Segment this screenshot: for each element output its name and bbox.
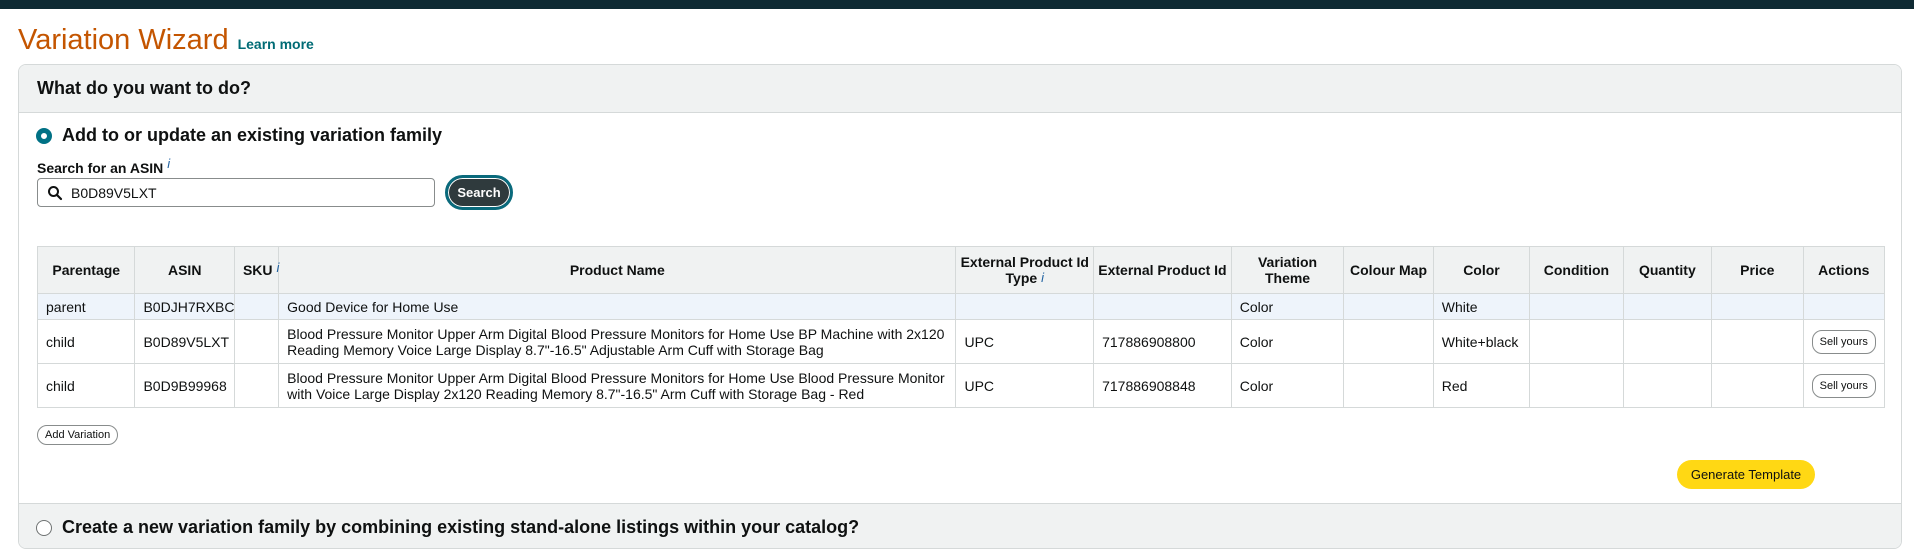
col-header-sku-text: SKU xyxy=(242,262,273,278)
cell-quantity xyxy=(1622,319,1713,364)
cell-price xyxy=(1711,319,1804,364)
cell-condition xyxy=(1529,363,1624,408)
cell-color: Red xyxy=(1432,363,1531,408)
cell-ext-id xyxy=(1093,293,1232,320)
search-asin-label-text: Search for an ASIN xyxy=(37,160,164,176)
cell-variation-theme: Color xyxy=(1230,363,1345,408)
search-asin-field[interactable] xyxy=(37,178,435,207)
search-button[interactable]: Search xyxy=(445,175,513,210)
ext-id-type-info-icon[interactable]: i xyxy=(1041,270,1044,285)
cell-ext-id: 717886908800 xyxy=(1093,319,1232,364)
cell-product-name: Good Device for Home Use xyxy=(278,293,957,320)
cell-color: White+black xyxy=(1432,319,1531,364)
cell-condition xyxy=(1529,319,1624,364)
cell-color: White xyxy=(1432,293,1531,320)
cell-colour-map xyxy=(1343,363,1434,408)
cell-condition xyxy=(1529,293,1624,320)
table-header-row: Parentage ASIN SKU i Product Name Externa… xyxy=(36,246,1886,294)
page-title: Variation Wizard xyxy=(18,24,229,56)
col-header-ext-id-type-text: External Product Id Type xyxy=(960,253,1089,286)
cell-price xyxy=(1711,293,1804,320)
cell-actions xyxy=(1802,293,1886,320)
col-header-color: Color xyxy=(1432,246,1531,294)
sell-yours-button[interactable]: Sell yours xyxy=(1811,329,1876,354)
col-header-ext-id: External Product Id xyxy=(1093,246,1232,294)
cell-asin: B0D9B99968 xyxy=(134,363,235,408)
col-header-actions: Actions xyxy=(1802,246,1886,294)
search-asin-input[interactable] xyxy=(69,183,413,202)
cell-variation-theme: Color xyxy=(1230,319,1345,364)
panel-question: What do you want to do? xyxy=(37,78,251,98)
cell-quantity xyxy=(1622,363,1713,408)
cell-ext-id-type: UPC xyxy=(955,363,1095,408)
col-header-colour-map: Colour Map xyxy=(1343,246,1434,294)
cell-asin: B0DJH7RXBC xyxy=(134,293,235,320)
cell-sku[interactable] xyxy=(233,363,280,408)
table-row-child: child B0D89V5LXT Blood Pressure Monitor … xyxy=(36,319,1886,364)
panel-header: What do you want to do? xyxy=(19,65,1901,113)
search-icon xyxy=(48,185,63,200)
col-header-quantity: Quantity xyxy=(1622,246,1713,294)
cell-colour-map xyxy=(1343,293,1434,320)
cell-colour-map xyxy=(1343,319,1434,364)
search-asin-label: Search for an ASIN i xyxy=(37,156,170,176)
info-icon[interactable]: i xyxy=(167,156,170,171)
variation-table: Parentage ASIN SKU i Product Name Externa… xyxy=(36,246,1886,408)
wizard-panel: What do you want to do? Add to or update… xyxy=(18,64,1902,549)
option-new-family-label: Create a new variation family by combini… xyxy=(62,517,860,537)
option-new-family-band: Create a new variation family by combini… xyxy=(19,503,1901,548)
cell-ext-id: 717886908848 xyxy=(1093,363,1232,408)
cell-price xyxy=(1711,363,1804,408)
col-header-ext-id-type: External Product Id Type i xyxy=(955,246,1095,294)
col-header-product-name: Product Name xyxy=(278,246,957,294)
sku-info-icon[interactable]: i xyxy=(277,260,280,276)
cell-asin: B0D89V5LXT xyxy=(134,319,235,364)
top-nav-bar xyxy=(0,0,1914,9)
cell-sku[interactable] xyxy=(233,293,280,320)
col-header-asin: ASIN xyxy=(134,246,235,294)
option-new-family[interactable]: Create a new variation family by combini… xyxy=(36,517,859,538)
col-header-variation-theme: Variation Theme xyxy=(1230,246,1345,294)
generate-template-button[interactable]: Generate Template xyxy=(1677,460,1815,489)
col-header-parentage: Parentage xyxy=(36,246,136,294)
cell-product-name: Blood Pressure Monitor Upper Arm Digital… xyxy=(278,363,957,408)
col-header-price: Price xyxy=(1711,246,1804,294)
cell-actions: Sell yours xyxy=(1802,363,1886,408)
cell-ext-id-type: UPC xyxy=(955,319,1095,364)
radio-existing-family[interactable] xyxy=(36,127,52,144)
cell-parentage: parent xyxy=(36,293,136,320)
title-row: Variation Wizard Learn more xyxy=(18,24,314,57)
col-header-sku: SKU i xyxy=(233,246,280,294)
cell-sku[interactable] xyxy=(233,319,280,364)
cell-variation-theme: Color xyxy=(1230,293,1345,320)
cell-parentage: child xyxy=(36,319,136,364)
sell-yours-button[interactable]: Sell yours xyxy=(1811,373,1876,398)
table-row-parent: parent B0DJH7RXBC Good Device for Home U… xyxy=(36,293,1886,320)
add-variation-button[interactable]: Add Variation xyxy=(37,425,119,445)
cell-parentage: child xyxy=(36,363,136,408)
cell-actions: Sell yours xyxy=(1802,319,1886,364)
option-existing-family-label: Add to or update an existing variation f… xyxy=(62,125,443,145)
col-header-condition: Condition xyxy=(1529,246,1624,294)
table-row-child: child B0D9B99968 Blood Pressure Monitor … xyxy=(36,363,1886,408)
cell-quantity xyxy=(1622,293,1713,320)
cell-product-name: Blood Pressure Monitor Upper Arm Digital… xyxy=(278,319,957,364)
learn-more-link[interactable]: Learn more xyxy=(238,36,314,52)
option-existing-family[interactable]: Add to or update an existing variation f… xyxy=(36,125,442,146)
cell-ext-id-type xyxy=(955,293,1095,320)
radio-new-family[interactable] xyxy=(36,519,52,536)
